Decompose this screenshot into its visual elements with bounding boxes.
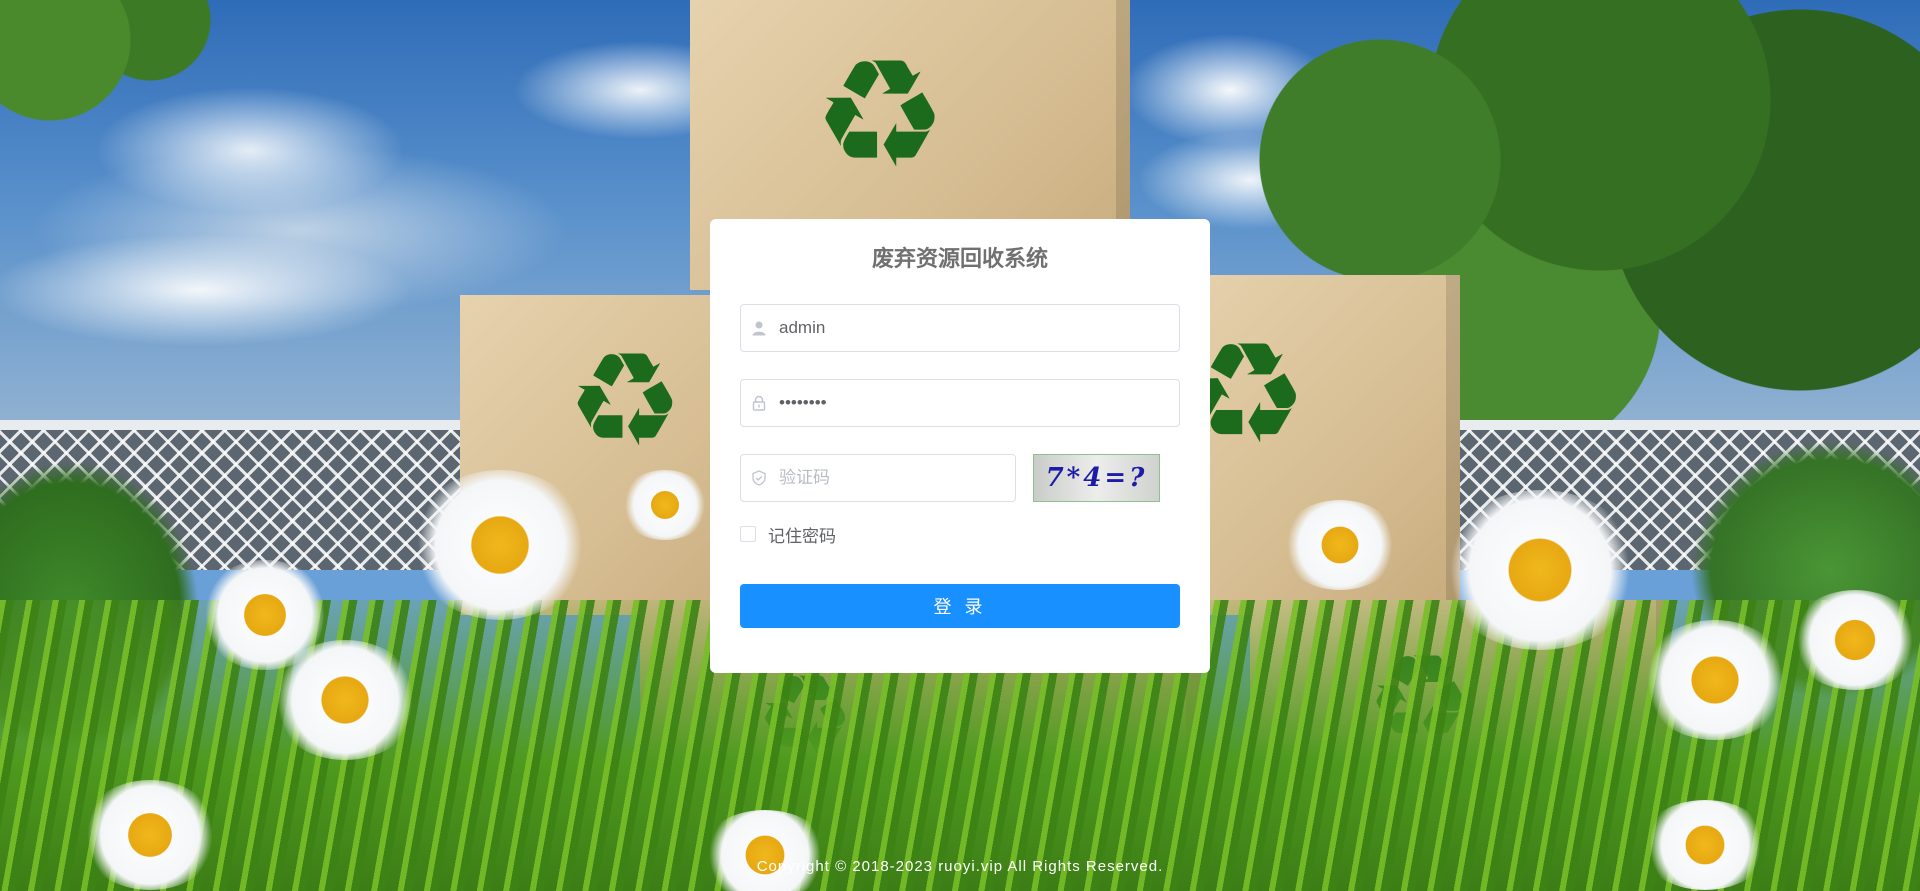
daisy-flower — [1640, 620, 1790, 740]
username-field[interactable] — [740, 304, 1180, 352]
login-button[interactable]: 登 录 — [740, 584, 1180, 628]
password-input[interactable] — [779, 380, 1169, 426]
captcha-text: 7*4=? — [1045, 463, 1148, 493]
user-icon — [752, 321, 766, 336]
daisy-flower — [620, 470, 710, 540]
login-form: 废弃资源回收系统 7*4=? 记住密码 登 录 — [710, 219, 1210, 673]
recycle-icon: ♻ — [812, 28, 948, 202]
password-field[interactable] — [740, 379, 1180, 427]
recycle-icon: ♻ — [566, 324, 684, 476]
daisy-flower — [270, 640, 420, 760]
username-input[interactable] — [779, 305, 1169, 351]
login-title: 废弃资源回收系统 — [871, 246, 1048, 271]
daisy-flower — [1280, 500, 1400, 590]
captcha-input[interactable] — [779, 455, 1007, 501]
remember-password[interactable]: 记住密码 — [740, 522, 1180, 546]
daisy-flower — [700, 810, 830, 891]
daisy-flower — [1790, 590, 1920, 690]
remember-checkbox[interactable] — [740, 526, 756, 542]
captcha-field[interactable] — [740, 454, 1016, 502]
shield-icon — [752, 470, 766, 486]
daisy-flower — [410, 470, 590, 620]
copyright-footer: Copyright © 2018-2023 ruoyi.vip All Righ… — [756, 858, 1164, 875]
tree-left — [0, 0, 240, 140]
captcha-image[interactable]: 7*4=? — [1033, 454, 1160, 502]
remember-label: 记住密码 — [768, 526, 836, 546]
lock-icon — [752, 395, 766, 411]
daisy-flower — [1440, 490, 1640, 650]
captcha-row: 7*4=? — [740, 454, 1180, 502]
